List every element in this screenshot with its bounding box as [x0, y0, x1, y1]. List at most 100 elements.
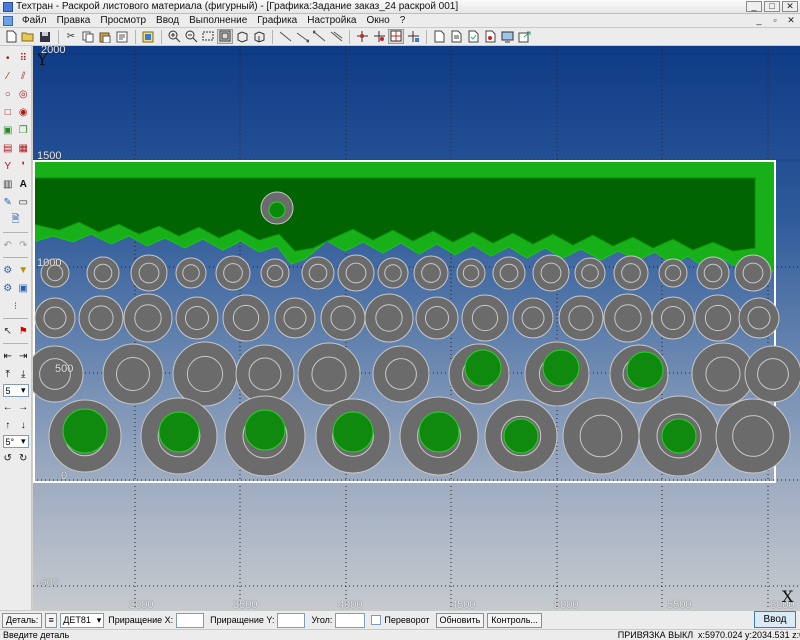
menu-edit[interactable]: Правка: [52, 15, 96, 26]
target-icon[interactable]: ◉: [17, 106, 30, 119]
menu-input[interactable]: Ввод: [151, 15, 184, 26]
text-icon[interactable]: A: [17, 178, 30, 191]
flip-checkbox[interactable]: [371, 615, 382, 625]
doc-4-icon[interactable]: [482, 29, 498, 44]
array-icon[interactable]: ▥: [1, 178, 14, 191]
maximize-button[interactable]: □: [764, 1, 780, 12]
snap-options-icon[interactable]: [405, 29, 421, 44]
incr-x-field[interactable]: [176, 612, 205, 628]
view-3d-icon[interactable]: [234, 29, 250, 44]
view-iso-icon[interactable]: [251, 29, 267, 44]
concentric-circle-icon[interactable]: ◎: [17, 88, 30, 101]
zoom-all-icon[interactable]: [217, 29, 233, 44]
redo-icon[interactable]: ↷: [17, 239, 30, 252]
point-icon[interactable]: •: [1, 52, 14, 65]
move-right-icon[interactable]: →: [17, 401, 30, 414]
open-folder-icon[interactable]: [20, 29, 36, 44]
doc-minimize-button[interactable]: _: [752, 15, 766, 26]
paste-icon[interactable]: [97, 29, 113, 44]
line-tool-3-icon[interactable]: [311, 29, 327, 44]
cut-icon[interactable]: ✂: [63, 29, 79, 44]
note-icon[interactable]: ▭: [17, 196, 30, 209]
part-copy-icon[interactable]: ❐: [17, 124, 30, 137]
rectangle-icon[interactable]: □: [1, 106, 14, 119]
move-up-icon[interactable]: ↑: [1, 419, 14, 432]
doc-3-icon[interactable]: [465, 29, 481, 44]
title-bar: Техтран - Раскрой листового материала (ф…: [0, 0, 800, 14]
menu-graphics[interactable]: Графика: [252, 15, 302, 26]
export-icon[interactable]: [516, 29, 532, 44]
move-left-icon[interactable]: ←: [1, 401, 14, 414]
point-grid-icon[interactable]: ⠿: [17, 52, 30, 65]
layout-icon[interactable]: [140, 29, 156, 44]
nest-auto-icon[interactable]: ⚙: [1, 282, 14, 295]
nest-grid-icon[interactable]: ▣: [17, 282, 30, 295]
graphics-canvas[interactable]: Y 2000 1500 1000 500 0 -500 3000 3500 40…: [33, 46, 800, 610]
properties-icon[interactable]: [114, 29, 130, 44]
circle-icon[interactable]: ○: [1, 88, 14, 101]
part-outer: [456, 258, 486, 288]
undo-icon[interactable]: ↶: [1, 239, 14, 252]
document-part-icon[interactable]: 🗎: [9, 214, 22, 227]
fill-icon[interactable]: ❜: [17, 160, 30, 173]
angle-select[interactable]: 5° ▾: [2, 435, 29, 448]
detail-button[interactable]: Деталь:: [2, 612, 43, 628]
point-tool-icon[interactable]: [354, 29, 370, 44]
y-tick-minus500: -500: [37, 577, 60, 589]
chevron-down-icon: ▾: [20, 385, 26, 395]
detail-list-button[interactable]: ≡: [45, 612, 58, 628]
close-button[interactable]: ✕: [782, 1, 798, 12]
nesting-drawing[interactable]: [33, 46, 800, 610]
sheet-icon[interactable]: ▤: [1, 142, 14, 155]
rotate-cw-icon[interactable]: ↻: [17, 452, 30, 465]
part-icon[interactable]: ▣: [1, 124, 14, 137]
align-bottom-icon[interactable]: ⤓: [17, 368, 30, 381]
copy-icon[interactable]: [80, 29, 96, 44]
save-icon[interactable]: [37, 29, 53, 44]
menu-view[interactable]: Просмотр: [95, 15, 151, 26]
zoom-in-icon[interactable]: [166, 29, 182, 44]
monitor-icon[interactable]: [499, 29, 515, 44]
align-top-icon[interactable]: ⤒: [1, 368, 14, 381]
line-tool-4-icon[interactable]: [328, 29, 344, 44]
line-tool-1-icon[interactable]: [277, 29, 293, 44]
zoom-out-icon[interactable]: [183, 29, 199, 44]
doc-2-icon[interactable]: [448, 29, 464, 44]
rotate-ccw-icon[interactable]: ↺: [1, 452, 14, 465]
move-down-icon[interactable]: ↓: [17, 419, 30, 432]
angle-field[interactable]: [335, 612, 366, 628]
minimize-button[interactable]: _: [746, 1, 762, 12]
doc-restore-button[interactable]: ▫: [768, 15, 782, 26]
menu-window[interactable]: Окно: [361, 15, 394, 26]
line-tool-2-icon[interactable]: [294, 29, 310, 44]
line-icon[interactable]: ⁄: [1, 70, 14, 83]
zoom-window-icon[interactable]: [200, 29, 216, 44]
align-left-icon[interactable]: ⇤: [1, 350, 14, 363]
control-button[interactable]: Контроль...: [487, 612, 542, 628]
nest-manual-icon[interactable]: ⁝: [9, 300, 22, 313]
pointer-icon[interactable]: ↖: [1, 325, 14, 338]
update-button[interactable]: Обновить: [435, 612, 485, 628]
parallel-lines-icon[interactable]: ⫽: [17, 70, 30, 83]
sheet-list-icon[interactable]: ▦: [17, 142, 30, 155]
step-select[interactable]: 5 ▾: [2, 384, 29, 397]
grid-snap-icon[interactable]: [388, 29, 404, 44]
incr-y-field[interactable]: [277, 612, 306, 628]
point-snap-icon[interactable]: [371, 29, 387, 44]
new-file-icon[interactable]: [3, 29, 19, 44]
doc-close-button[interactable]: ✕: [784, 15, 798, 26]
gear-icon[interactable]: ⚙: [1, 264, 14, 277]
align-right-icon[interactable]: ⇥: [17, 350, 30, 363]
split-icon[interactable]: Y: [1, 160, 14, 173]
menu-file[interactable]: Файл: [17, 15, 52, 26]
flag-icon[interactable]: ⚑: [17, 325, 30, 338]
detail-select[interactable]: ДЕТ81 ▾: [60, 612, 105, 628]
edit-part-icon[interactable]: ✎: [1, 196, 14, 209]
menu-run[interactable]: Выполнение: [184, 15, 252, 26]
menu-help[interactable]: ?: [395, 15, 411, 26]
offcut-island: [503, 418, 539, 454]
menu-settings[interactable]: Настройка: [302, 15, 361, 26]
filter-icon[interactable]: ▼: [17, 264, 30, 277]
doc-1-icon[interactable]: [431, 29, 447, 44]
enter-button[interactable]: Ввод: [754, 611, 796, 628]
